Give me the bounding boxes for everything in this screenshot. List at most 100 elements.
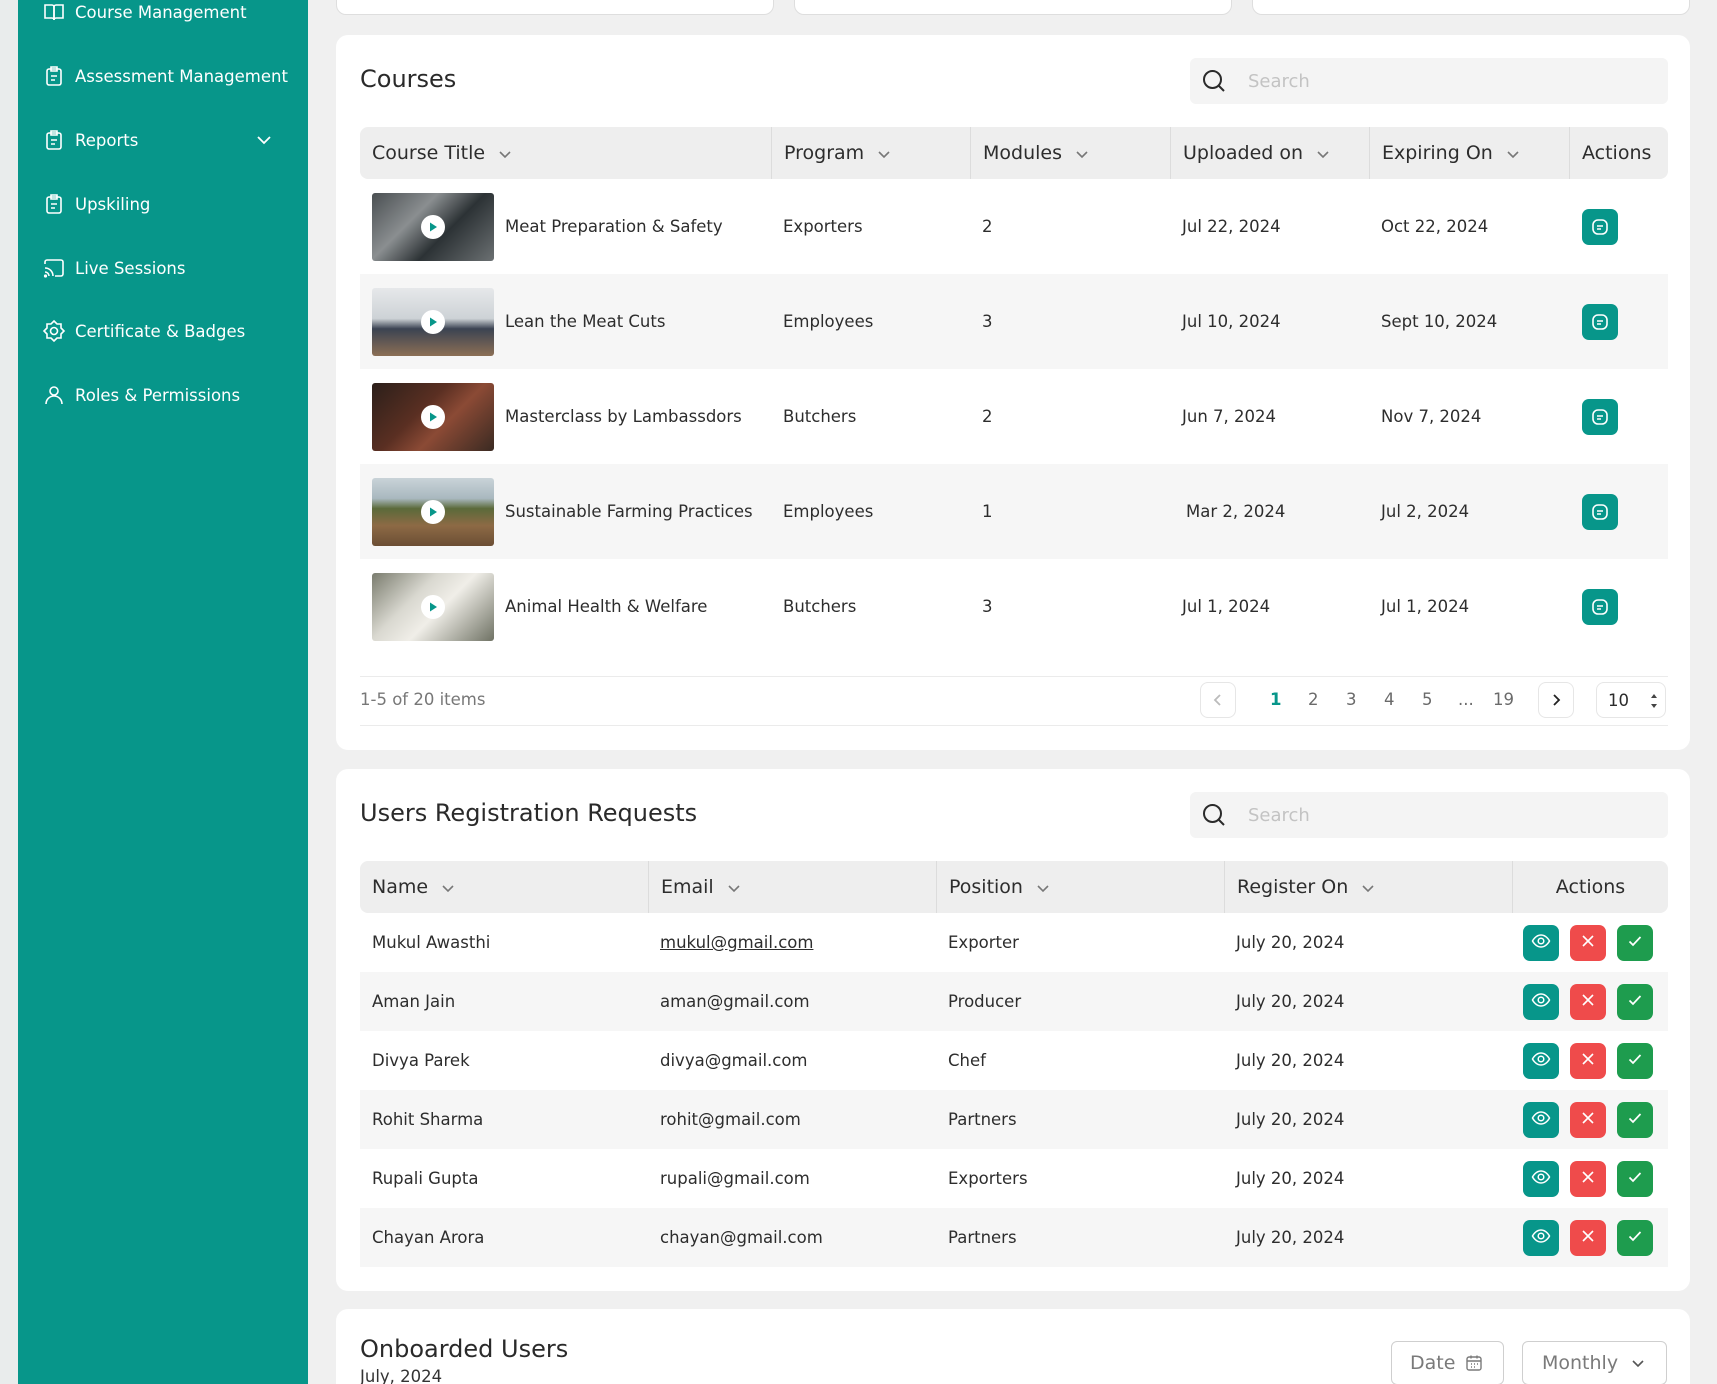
- play-icon[interactable]: [421, 310, 445, 334]
- sidebar-item-label: Course Management: [75, 2, 247, 22]
- user-email[interactable]: rohit@gmail.com: [660, 1090, 801, 1149]
- approve-button[interactable]: [1617, 1101, 1653, 1138]
- sidebar-item-live-sessions[interactable]: Live Sessions: [42, 253, 302, 283]
- course-uploaded: Mar 2, 2024: [1186, 502, 1286, 521]
- column-header-actions: Actions: [1569, 127, 1668, 179]
- reject-button[interactable]: [1570, 1219, 1606, 1256]
- sidebar-item-roles-permissions[interactable]: Roles & Permissions: [42, 380, 302, 410]
- course-thumbnail[interactable]: [372, 383, 494, 451]
- view-button[interactable]: [1523, 1160, 1559, 1197]
- view-button[interactable]: [1523, 1101, 1559, 1138]
- view-button[interactable]: [1523, 1219, 1559, 1256]
- stat-card: [794, 0, 1232, 15]
- page-1[interactable]: 1: [1270, 690, 1281, 709]
- open-course-button[interactable]: [1582, 398, 1618, 435]
- course-modules: 2: [982, 407, 993, 426]
- approve-button[interactable]: [1617, 1042, 1653, 1079]
- chevron-down-icon[interactable]: [254, 130, 274, 150]
- open-course-button[interactable]: [1582, 588, 1618, 625]
- check-icon: [1627, 1228, 1643, 1248]
- close-icon: [1580, 1228, 1596, 1248]
- course-thumbnail[interactable]: [372, 193, 494, 261]
- approve-button[interactable]: [1617, 983, 1653, 1020]
- actions-cell: [1582, 369, 1618, 464]
- column-header-expiring-on[interactable]: Expiring On: [1369, 127, 1569, 179]
- reject-button[interactable]: [1570, 983, 1606, 1020]
- period-select[interactable]: Monthly: [1522, 1341, 1667, 1384]
- onboarded-users-card: Onboarded Users July, 2024 Date Monthly: [336, 1309, 1690, 1384]
- chevron-down-icon: [876, 145, 892, 161]
- courses-search[interactable]: [1190, 58, 1668, 104]
- user-name: Chayan Arora: [372, 1228, 485, 1247]
- course-thumbnail[interactable]: [372, 478, 494, 546]
- stepper-icon[interactable]: [1649, 691, 1659, 715]
- page-5[interactable]: 5: [1422, 690, 1433, 709]
- sidebar-item-course-management[interactable]: Course Management: [42, 0, 302, 27]
- open-course-button[interactable]: [1582, 208, 1618, 245]
- column-label: Actions: [1582, 142, 1652, 164]
- approve-button[interactable]: [1617, 924, 1653, 961]
- check-icon: [1627, 1110, 1643, 1130]
- user-email[interactable]: chayan@gmail.com: [660, 1208, 823, 1267]
- user-email[interactable]: mukul@gmail.com: [660, 913, 813, 972]
- actions-cell: [1523, 1031, 1653, 1090]
- reject-button[interactable]: [1570, 1160, 1606, 1197]
- sidebar-item-reports[interactable]: Reports: [42, 125, 302, 155]
- close-icon: [1580, 992, 1596, 1012]
- reject-button[interactable]: [1570, 1101, 1606, 1138]
- reject-button[interactable]: [1570, 1042, 1606, 1079]
- user-registered: July 20, 2024: [1236, 1051, 1345, 1070]
- column-header-uploaded-on[interactable]: Uploaded on: [1170, 127, 1369, 179]
- registration-title: Users Registration Requests: [360, 799, 698, 827]
- user-position: Producer: [948, 992, 1022, 1011]
- course-expiring: Jul 1, 2024: [1381, 597, 1470, 616]
- column-header-email[interactable]: Email: [648, 861, 936, 913]
- open-course-button[interactable]: [1582, 303, 1618, 340]
- approve-button[interactable]: [1617, 1219, 1653, 1256]
- next-page-button[interactable]: [1538, 682, 1574, 718]
- courses-search-input[interactable]: [1248, 70, 1628, 92]
- column-header-modules[interactable]: Modules: [970, 127, 1170, 179]
- view-button[interactable]: [1523, 1042, 1559, 1079]
- table-row: Rupali Gupta rupali@gmail.com Exporters …: [360, 1149, 1668, 1208]
- user-email[interactable]: rupali@gmail.com: [660, 1149, 810, 1208]
- view-button[interactable]: [1523, 983, 1559, 1020]
- page-19[interactable]: 19: [1493, 690, 1514, 709]
- user-name: Rohit Sharma: [372, 1110, 484, 1129]
- sidebar-item-upskiling[interactable]: Upskiling: [42, 189, 302, 219]
- column-header-name[interactable]: Name: [360, 861, 648, 913]
- page-2[interactable]: 2: [1308, 690, 1319, 709]
- table-row: Lean the Meat Cuts Employees 3 Jul 10, 2…: [360, 274, 1668, 369]
- play-icon[interactable]: [421, 405, 445, 429]
- sidebar-item-label: Certificate & Badges: [75, 321, 246, 341]
- sidebar: Course Management Assessment Management …: [18, 0, 308, 1384]
- column-header-program[interactable]: Program: [771, 127, 970, 179]
- column-header-course-title[interactable]: Course Title: [360, 127, 771, 179]
- eye-icon: [1531, 931, 1551, 955]
- play-icon[interactable]: [421, 595, 445, 619]
- user-email[interactable]: aman@gmail.com: [660, 972, 810, 1031]
- reject-button[interactable]: [1570, 924, 1606, 961]
- course-thumbnail[interactable]: [372, 573, 494, 641]
- open-course-button[interactable]: [1582, 493, 1618, 530]
- registration-search[interactable]: [1190, 792, 1668, 838]
- page-size-selector[interactable]: 10: [1596, 682, 1666, 718]
- prev-page-button[interactable]: [1200, 682, 1236, 718]
- play-icon[interactable]: [421, 500, 445, 524]
- table-row: Rohit Sharma rohit@gmail.com Partners Ju…: [360, 1090, 1668, 1149]
- registration-search-input[interactable]: [1248, 804, 1628, 826]
- date-filter-button[interactable]: Date: [1391, 1341, 1504, 1384]
- actions-cell: [1582, 464, 1618, 559]
- view-button[interactable]: [1523, 924, 1559, 961]
- column-header-register-on[interactable]: Register On: [1224, 861, 1512, 913]
- sidebar-item-certificate-badges[interactable]: Certificate & Badges: [42, 316, 302, 346]
- column-header-position[interactable]: Position: [936, 861, 1224, 913]
- user-email[interactable]: divya@gmail.com: [660, 1031, 808, 1090]
- sidebar-item-assessment-management[interactable]: Assessment Management: [42, 61, 302, 91]
- page-4[interactable]: 4: [1384, 690, 1395, 709]
- approve-button[interactable]: [1617, 1160, 1653, 1197]
- page-3[interactable]: 3: [1346, 690, 1357, 709]
- play-icon[interactable]: [421, 215, 445, 239]
- course-thumbnail[interactable]: [372, 288, 494, 356]
- column-label: Expiring On: [1382, 142, 1493, 164]
